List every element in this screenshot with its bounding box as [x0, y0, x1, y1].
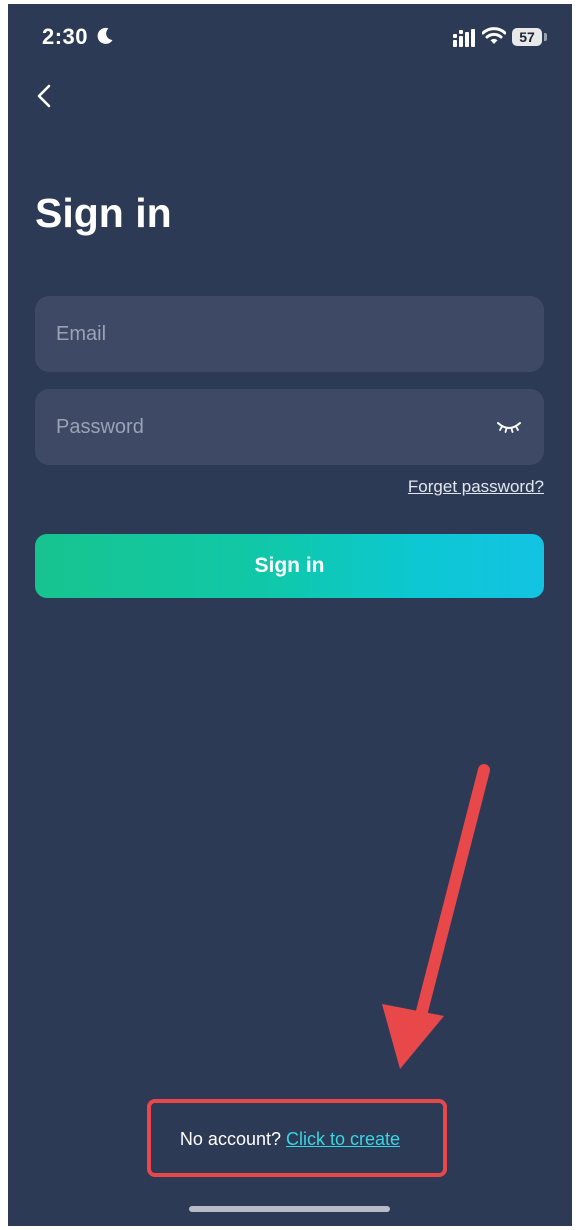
password-input[interactable] [35, 389, 544, 465]
sign-in-button[interactable]: Sign in [35, 534, 544, 598]
create-account-link[interactable]: Click to create [286, 1129, 400, 1149]
page-title: Sign in [35, 190, 172, 236]
create-account-row: No account? Click to create [8, 1129, 572, 1150]
arrow-icon [382, 764, 490, 1069]
home-indicator [189, 1206, 390, 1212]
cellular-signal-icon [453, 29, 475, 47]
moon-icon [97, 27, 113, 44]
no-account-text: No account? [179, 1129, 281, 1149]
email-input[interactable] [35, 296, 544, 372]
wifi-icon [482, 27, 506, 44]
email-field-container [35, 296, 544, 372]
sign-in-screen: 2:30 57 Sign in Forget pa [8, 4, 572, 1226]
chevron-left-icon[interactable] [28, 78, 64, 114]
battery-tip [544, 33, 547, 41]
status-time: 2:30 [42, 24, 89, 49]
eye-closed-icon[interactable] [496, 417, 522, 437]
password-field-container [35, 389, 544, 465]
forgot-password-link[interactable]: Forget password? [408, 477, 544, 497]
battery-indicator: 57 [512, 28, 542, 46]
